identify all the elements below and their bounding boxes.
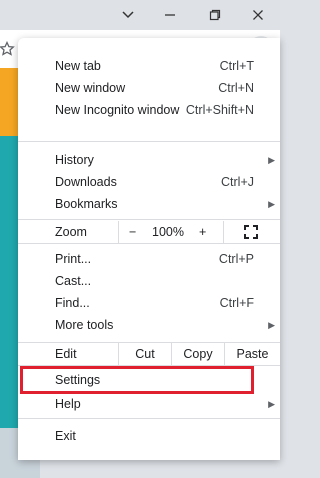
menu-item-label: Help [55, 397, 81, 411]
bookmark-star-icon[interactable] [0, 38, 18, 60]
menu-separator [18, 141, 280, 142]
menu-separator [18, 243, 280, 244]
zoom-label: Zoom [55, 225, 87, 239]
menu-item-label: Exit [55, 429, 76, 443]
menu-item-history[interactable]: History ▶ [18, 149, 280, 171]
zoom-in-button[interactable]: + [199, 225, 206, 239]
minimize-button[interactable] [157, 3, 183, 27]
zoom-level-value: 100% [152, 225, 184, 239]
menu-item-label: History [55, 153, 94, 167]
menu-item-exit[interactable]: Exit [18, 425, 280, 447]
menu-item-label: New Incognito window [55, 103, 180, 117]
fullscreen-icon[interactable] [244, 225, 258, 242]
menu-item-cast[interactable]: Cast... [18, 270, 280, 292]
menu-item-new-incognito-window[interactable]: New Incognito window Ctrl+Shift+N [18, 99, 280, 121]
menu-separator [18, 219, 280, 220]
menu-item-bookmarks[interactable]: Bookmarks ▶ [18, 193, 280, 215]
edit-label: Edit [55, 347, 77, 361]
menu-separator [18, 418, 280, 419]
menu-item-shortcut: Ctrl+J [221, 175, 254, 189]
submenu-arrow-icon: ▶ [268, 154, 275, 165]
submenu-arrow-icon: ▶ [268, 319, 275, 330]
menu-item-shortcut: Ctrl+Shift+N [185, 103, 254, 117]
menu-divider [118, 221, 119, 243]
copy-button[interactable]: Copy [172, 343, 224, 365]
menu-item-label: Settings [55, 373, 101, 387]
menu-item-label: Bookmarks [55, 197, 118, 211]
cut-button[interactable]: Cut [119, 343, 171, 365]
submenu-arrow-icon: ▶ [268, 398, 275, 409]
menu-item-downloads[interactable]: Downloads Ctrl+J [18, 171, 280, 193]
menu-item-label: More tools [55, 318, 114, 332]
menu-item-print[interactable]: Print... Ctrl+P [18, 248, 280, 270]
menu-item-label: New tab [55, 59, 101, 73]
window-titlebar [0, 0, 280, 30]
menu-item-shortcut: Ctrl+N [218, 81, 254, 95]
zoom-out-button[interactable]: − [129, 225, 136, 239]
menu-item-settings[interactable]: Settings [18, 369, 280, 391]
submenu-arrow-icon: ▶ [268, 198, 275, 209]
menu-row-edit: Edit Cut Copy Paste [18, 343, 280, 365]
menu-row-zoom: Zoom − 100% + [18, 221, 280, 243]
menu-item-shortcut: Ctrl+T [219, 59, 254, 73]
menu-item-new-window[interactable]: New window Ctrl+N [18, 77, 280, 99]
close-window-button[interactable] [245, 3, 271, 27]
menu-item-find[interactable]: Find... Ctrl+F [18, 292, 280, 314]
menu-item-new-tab[interactable]: New tab Ctrl+T [18, 55, 280, 77]
menu-item-label: Print... [55, 252, 92, 266]
menu-item-shortcut: Ctrl+F [219, 296, 254, 310]
menu-divider [223, 221, 224, 243]
menu-item-more-tools[interactable]: More tools ▶ [18, 314, 280, 336]
menu-item-label: New window [55, 81, 126, 95]
menu-item-label: Downloads [55, 175, 117, 189]
menu-item-label: Cast... [55, 274, 92, 288]
restore-button[interactable] [202, 3, 228, 27]
paste-button[interactable]: Paste [225, 343, 280, 365]
tab-search-chevron-icon[interactable] [115, 3, 141, 27]
menu-item-shortcut: Ctrl+P [218, 252, 254, 266]
chrome-main-menu: New tab Ctrl+T New window Ctrl+N New Inc… [18, 38, 280, 460]
menu-item-help[interactable]: Help ▶ [18, 393, 280, 415]
menu-item-label: Find... [55, 296, 90, 310]
